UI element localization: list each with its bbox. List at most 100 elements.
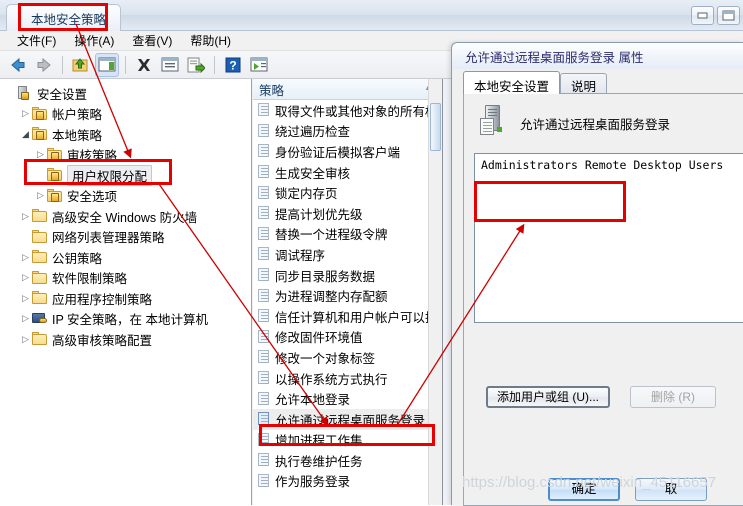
scrollbar-thumb[interactable] xyxy=(430,103,441,151)
minimize-button[interactable] xyxy=(691,6,714,25)
dialog-button-row: 添加用户或组 (U)... 删除 (R) xyxy=(486,386,716,408)
console-tree-pane[interactable]: 安全设置 ▷ 帐户策略 ◢ 本地策略 ▷ 审核策略 用户权限分配 ▷ 安全选项 ▷ 高级安全 Wind… xyxy=(0,79,252,505)
policy-list: 取得文件或其他对象的所有权绕过遍历检查身份验证后模拟客户端生成安全审核 锁定内存页… xyxy=(253,100,442,491)
policy-list-row[interactable]: 作为服务登录 xyxy=(253,471,442,492)
policy-list-row[interactable]: 增加进程工作集 xyxy=(253,430,442,451)
chevron-right-icon[interactable]: ▷ xyxy=(19,252,32,263)
help-icon[interactable]: ? xyxy=(221,53,245,77)
policy-column-header[interactable]: 策略 ▲ xyxy=(253,79,442,100)
policy-list-row[interactable]: 替换一个进程级令牌 xyxy=(253,224,442,245)
policy-icon xyxy=(258,103,271,117)
policy-list-row-label: 执行卷维护任务 xyxy=(275,454,363,469)
tab-explain[interactable]: 说明 xyxy=(560,73,608,94)
policy-list-row[interactable]: 为进程调整内存配额 xyxy=(253,285,442,306)
tree-item[interactable]: ◢ 本地策略 xyxy=(0,124,251,145)
policy-list-row-label: 修改固件环境值 xyxy=(275,331,363,346)
policy-list-row-label: 身份验证后模拟客户端 xyxy=(275,145,401,160)
tree-item-label: 本地策略 xyxy=(52,128,103,143)
add-user-or-group-button[interactable]: 添加用户或组 (U)... xyxy=(486,386,610,408)
policy-list-row[interactable]: 身份验证后模拟客户端 xyxy=(253,141,442,162)
menu-view[interactable]: 查看(V) xyxy=(123,30,181,51)
policy-icon xyxy=(258,453,271,467)
policy-list-row-label: 允许通过远程桌面服务登录 xyxy=(275,413,426,428)
tree-item[interactable]: ▷ 公钥策略 xyxy=(0,247,251,268)
policy-list-row[interactable]: 修改一个对象标签 xyxy=(253,347,442,368)
policy-properties-dialog: 允许通过远程桌面服务登录 属性 允许通过远程桌面服务登录 添加用户或组 (U).… xyxy=(451,42,743,506)
back-icon[interactable] xyxy=(6,53,30,77)
policy-list-row[interactable]: 同步目录服务数据 xyxy=(253,265,442,286)
policy-list-row[interactable]: 提高计划优先级 xyxy=(253,203,442,224)
tree-item[interactable]: 安全设置 xyxy=(0,83,251,104)
policy-list-row[interactable]: 信任计算机和用户帐户可以执行委 xyxy=(253,306,442,327)
chevron-right-icon[interactable]: ▷ xyxy=(19,313,32,324)
chevron-down-icon[interactable]: ◢ xyxy=(19,129,32,140)
tab-local-security-setting[interactable]: 本地安全设置 xyxy=(463,71,561,94)
policy-list-row[interactable]: 取得文件或其他对象的所有权 xyxy=(253,100,442,121)
tree-item[interactable]: ▷ 高级审核策略配置 xyxy=(0,329,251,350)
folder-icon xyxy=(32,332,48,346)
delete-icon[interactable] xyxy=(132,53,156,77)
tree-item[interactable]: ▷ IP 安全策略，在 本地计算机 xyxy=(0,309,251,330)
policy-icon xyxy=(258,288,271,303)
chevron-right-icon[interactable]: ▷ xyxy=(34,190,47,201)
policy-list-row[interactable]: 生成安全审核 xyxy=(253,162,442,183)
policy-list-row[interactable]: 调试程序 xyxy=(253,244,442,265)
tree-item-label: 帐户策略 xyxy=(52,108,103,123)
up-folder-icon[interactable] xyxy=(69,53,93,77)
svg-text:?: ? xyxy=(229,58,236,72)
tree-item-label: 用户权限分配 xyxy=(67,164,153,186)
tree-item[interactable]: ▷ 帐户策略 xyxy=(0,104,251,125)
chevron-right-icon[interactable]: ▷ xyxy=(19,293,32,304)
tree-item-label: 高级安全 Windows 防火墙 xyxy=(52,210,198,225)
tree-item-label: 应用程序控制策略 xyxy=(52,292,153,307)
chevron-right-icon[interactable]: ▷ xyxy=(19,272,32,283)
tree-item[interactable]: 用户权限分配 xyxy=(0,164,251,186)
menu-action[interactable]: 操作(A) xyxy=(65,30,123,51)
toolbar-separator-1 xyxy=(62,55,63,74)
menu-help[interactable]: 帮助(H) xyxy=(181,30,240,51)
tree-item[interactable]: ▷ 安全选项 xyxy=(0,186,251,207)
tree-item[interactable]: ▷ 审核策略 xyxy=(0,145,251,166)
chevron-right-icon[interactable]: ▷ xyxy=(19,211,32,222)
show-hide-console-tree-icon[interactable] xyxy=(95,52,119,77)
tree-item-label: IP 安全策略，在 本地计算机 xyxy=(52,313,209,328)
tree-item[interactable]: ▷ 高级安全 Windows 防火墙 xyxy=(0,206,251,227)
tree-item[interactable]: 网络列表管理器策略 xyxy=(0,227,251,248)
properties-icon[interactable] xyxy=(158,53,182,77)
run-icon[interactable] xyxy=(247,53,271,77)
policy-list-row[interactable]: 修改固件环境值 xyxy=(253,327,442,348)
menu-file[interactable]: 文件(F) xyxy=(8,30,65,51)
policy-list-row[interactable]: 允许通过远程桌面服务登录 xyxy=(253,408,442,430)
export-list-icon[interactable] xyxy=(184,53,208,77)
maximize-button[interactable] xyxy=(717,6,740,25)
policy-icon xyxy=(258,309,271,323)
policy-list-row[interactable]: 绕过遍历检查 xyxy=(253,121,442,142)
dialog-tabstrip: 本地安全设置 说明 xyxy=(463,71,743,94)
policy-list-row-label: 修改一个对象标签 xyxy=(275,351,376,366)
policy-list-row[interactable]: 锁定内存页 xyxy=(253,182,442,203)
tree-item-label: 高级审核策略配置 xyxy=(52,333,153,348)
user-group-list[interactable]: Administrators Remote Desktop Users xyxy=(474,153,743,323)
policy-list-row[interactable]: 允许本地登录 xyxy=(253,388,442,409)
policy-list-row-label: 以操作系统方式执行 xyxy=(275,372,388,387)
policy-list-row[interactable]: 执行卷维护任务 xyxy=(253,450,442,471)
tree-item[interactable]: ▷ 软件限制策略 xyxy=(0,268,251,289)
policy-icon xyxy=(258,185,271,200)
policy-list-row-label: 允许本地登录 xyxy=(275,393,351,408)
chevron-right-icon[interactable]: ▷ xyxy=(34,149,47,160)
folder-icon xyxy=(32,250,48,264)
forward-icon[interactable] xyxy=(32,53,56,77)
dialog-policy-title: 允许通过远程桌面服务登录 xyxy=(520,118,671,132)
policy-list-scrollbar[interactable] xyxy=(428,79,442,505)
policy-icon xyxy=(258,371,271,385)
policy-list-row[interactable]: 以操作系统方式执行 xyxy=(253,368,442,389)
policy-icon xyxy=(258,123,271,138)
policy-list-row-label: 调试程序 xyxy=(275,248,326,263)
chevron-right-icon[interactable]: ▷ xyxy=(19,108,32,119)
policy-list-pane[interactable]: 策略 ▲ 取得文件或其他对象的所有权绕过遍历检查身份验证后模拟客户端生成安全审核… xyxy=(253,79,443,505)
tree-item-label: 安全选项 xyxy=(67,190,118,205)
chevron-right-icon[interactable]: ▷ xyxy=(19,334,32,345)
folder-lock-icon xyxy=(47,188,63,203)
policy-list-row-label: 取得文件或其他对象的所有权 xyxy=(275,104,438,119)
tree-item[interactable]: ▷ 应用程序控制策略 xyxy=(0,288,251,309)
